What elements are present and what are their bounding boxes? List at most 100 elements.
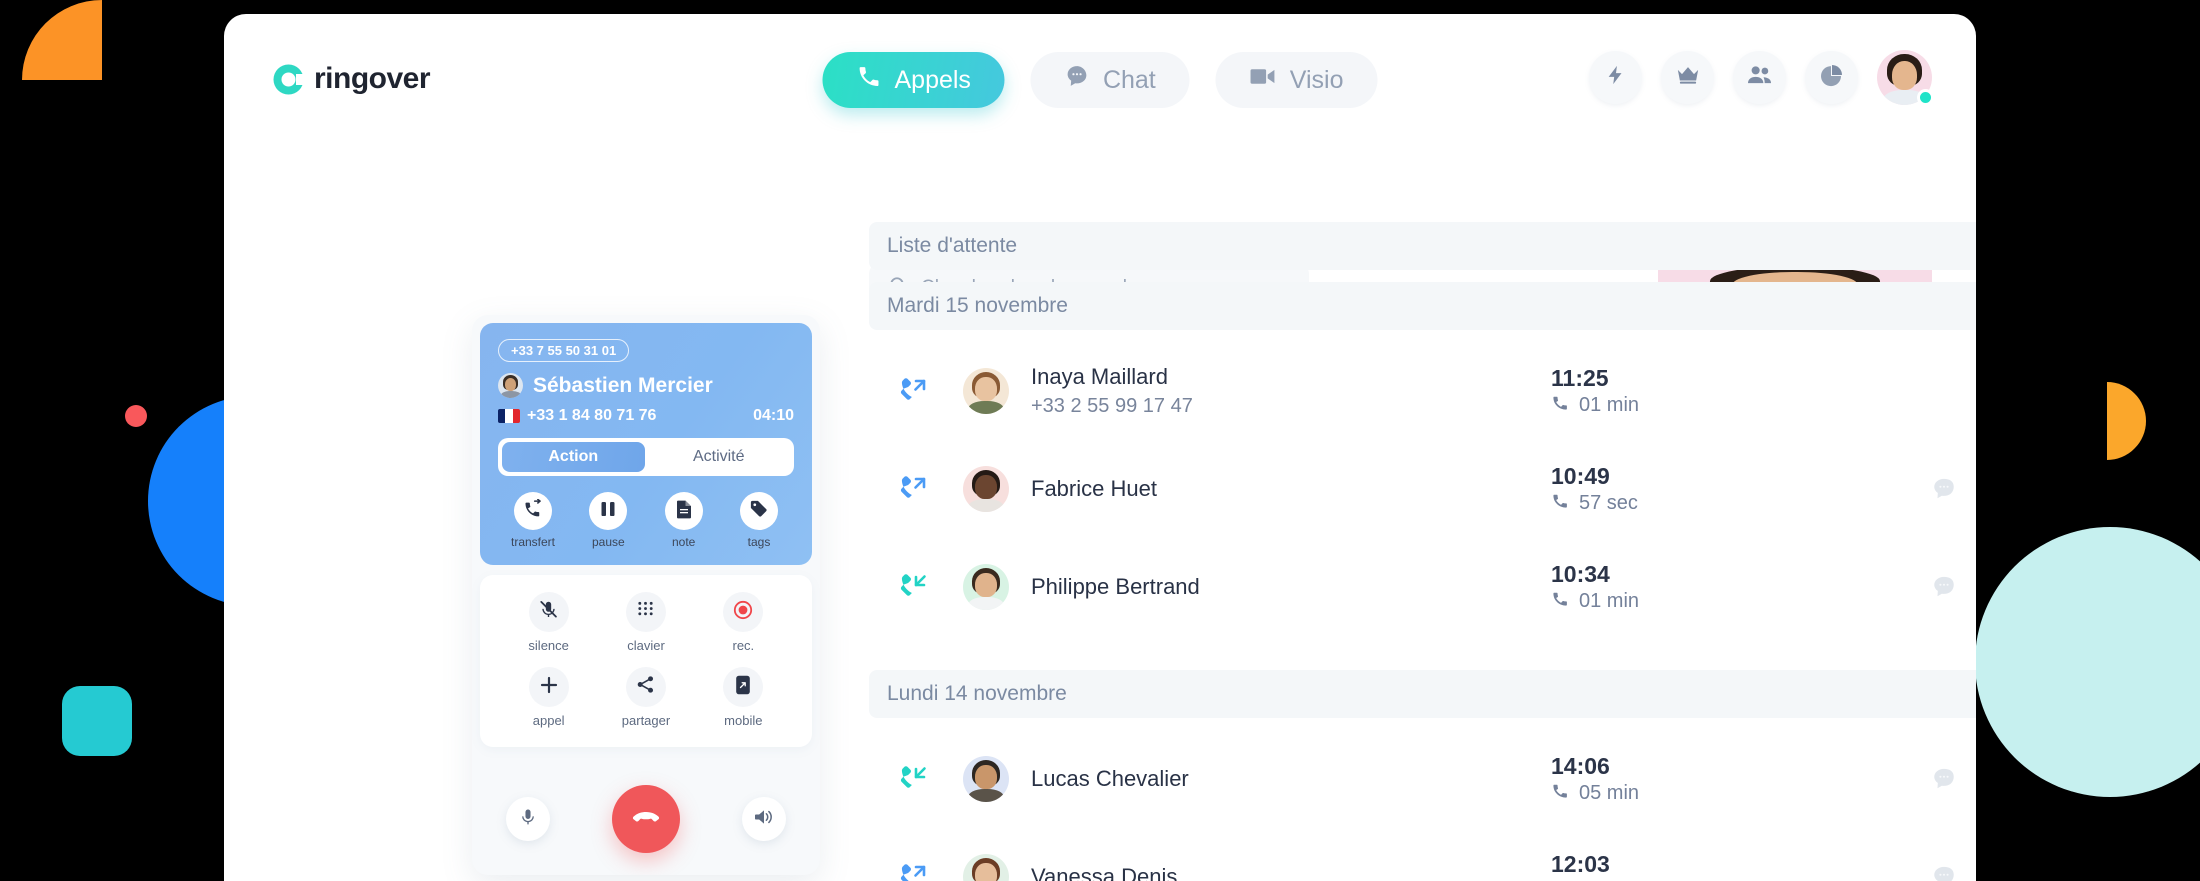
row-action-icons <box>1901 378 1976 405</box>
contact-avatar <box>963 756 1009 802</box>
action-note-label: note <box>671 535 696 549</box>
pause-icon <box>599 500 617 523</box>
call-duration: 05 min <box>1551 781 1801 806</box>
phone-transfer-icon <box>523 498 543 524</box>
decoration-orange-quarter-circle <box>22 0 102 80</box>
record-icon <box>733 600 753 625</box>
contact-identity: Lucas Chevalier <box>1031 764 1551 794</box>
action-tags-label: tags <box>747 535 771 549</box>
table-row[interactable]: Fabrice Huet 10:49 57 sec <box>869 440 1976 538</box>
table-row[interactable]: Inaya Maillard +33 2 55 99 17 47 11:25 01 m… <box>869 342 1976 440</box>
action-transfert[interactable]: transfert <box>502 492 564 549</box>
caller-name: Sébastien Mercier <box>533 373 713 397</box>
contact-identity: Inaya Maillard +33 2 55 99 17 47 <box>1031 362 1551 420</box>
ringover-logo-text: ringover <box>314 62 431 95</box>
action-transfert-label: transfert <box>510 535 555 549</box>
control-partager-label: partager <box>621 713 671 728</box>
note-document-icon <box>675 499 693 524</box>
plus-icon <box>539 675 559 700</box>
action-pause[interactable]: pause <box>577 492 639 549</box>
tab-visio-label: Visio <box>1289 65 1344 94</box>
speaker-button[interactable] <box>742 797 786 841</box>
control-rec-label: rec. <box>732 638 755 653</box>
hangup-button[interactable] <box>612 785 680 853</box>
lightning-icon-button[interactable] <box>1589 51 1642 104</box>
call-timer: 04:10 <box>753 407 794 424</box>
duration-phone-icon <box>1551 781 1570 806</box>
contact-identity: Fabrice Huet <box>1031 474 1551 504</box>
call-duration: 01 min <box>1551 393 1801 418</box>
tab-appels[interactable]: Appels <box>822 52 1005 108</box>
message-action-button[interactable] <box>1901 864 1976 881</box>
hangup-phone-icon <box>630 801 662 838</box>
table-row[interactable]: Vanessa Denis 12:0313 sec <box>869 828 1976 881</box>
main-navigation-tabs: Appels Chat Visio <box>822 52 1378 108</box>
call-control-grid: silence clavier rec. appel partager mobi… <box>480 575 812 747</box>
date-section-header: Mardi 15 novembre <box>869 282 1976 330</box>
control-clavier[interactable]: clavier <box>597 592 694 653</box>
tab-action[interactable]: Action <box>502 442 645 472</box>
user-avatar[interactable] <box>1877 50 1934 106</box>
french-flag-icon <box>498 409 520 423</box>
tag-icon-wrap <box>739 492 778 530</box>
contact-avatar <box>963 368 1009 414</box>
message-action-button[interactable] <box>1901 766 1976 792</box>
tab-chat-label: Chat <box>1102 65 1156 94</box>
microphone-button[interactable] <box>506 797 550 841</box>
phone-transfer-icon-wrap <box>514 492 552 530</box>
active-call-widget: +33 7 55 50 31 01 Sébastien Mercier +33 … <box>472 315 820 875</box>
tab-visio[interactable]: Visio <box>1215 52 1378 108</box>
table-row[interactable]: Lucas Chevalier 14:06 05 min <box>869 730 1976 828</box>
speaker-icon <box>754 808 774 831</box>
decoration-red-dot <box>125 405 147 427</box>
call-time: 14:06 <box>1551 752 1610 779</box>
plus-icon-wrap <box>528 667 569 707</box>
control-partager[interactable]: partager <box>597 667 694 728</box>
table-row[interactable]: Philippe Bertrand 10:34 01 min <box>869 538 1976 636</box>
contact-identity: Vanessa Denis <box>1031 862 1551 881</box>
video-camera-icon <box>1250 64 1277 96</box>
mic-muted-icon-wrap <box>528 592 569 632</box>
control-silence[interactable]: silence <box>500 592 597 653</box>
duration-text: 05 min <box>1579 782 1640 805</box>
call-time-block: 10:49 57 sec <box>1551 462 1801 517</box>
tab-chat[interactable]: Chat <box>1030 52 1190 108</box>
caller-phone-number: +33 1 84 80 71 76 <box>527 407 657 424</box>
phone-icon <box>856 64 881 96</box>
message-action-button[interactable] <box>1901 574 1976 600</box>
pause-icon-wrap <box>589 492 628 530</box>
row-action-icons <box>1901 574 1976 601</box>
ringover-logo[interactable]: ringover <box>272 62 431 96</box>
contact-avatar <box>963 466 1009 512</box>
control-appel[interactable]: appel <box>500 667 597 728</box>
date-section-header: Lundi 14 novembre <box>869 670 1976 718</box>
incoming-call-icon <box>891 764 937 794</box>
dialpad-icon-wrap <box>625 592 666 632</box>
contact-avatar <box>963 854 1009 881</box>
row-action-icons <box>1901 476 1976 503</box>
duration-text: 57 sec <box>1579 492 1638 515</box>
control-rec[interactable]: rec. <box>695 592 792 653</box>
pie-chart-icon-button[interactable] <box>1805 51 1858 104</box>
outgoing-call-icon <box>891 376 937 406</box>
contact-name: Fabrice Huet <box>1031 476 1157 502</box>
share-icon-wrap <box>625 667 666 707</box>
header-action-icons <box>1589 50 1934 106</box>
call-time-block: 12:0313 sec <box>1551 850 1801 881</box>
decoration-orange-crescent <box>2052 366 2162 476</box>
control-clavier-label: clavier <box>627 638 665 653</box>
action-note[interactable]: note <box>653 492 715 549</box>
people-icon-button[interactable] <box>1733 51 1786 104</box>
message-action-button[interactable] <box>1901 476 1976 502</box>
call-widget-tabs: Action Activité <box>498 438 794 476</box>
outgoing-call-icon <box>891 862 937 881</box>
decoration-cyan-circle <box>1975 527 2200 797</box>
control-mobile[interactable]: mobile <box>695 667 792 728</box>
crown-icon-button[interactable] <box>1661 51 1714 104</box>
action-tags[interactable]: tags <box>728 492 790 549</box>
call-time: 10:49 <box>1551 462 1610 489</box>
note-document-icon-wrap <box>664 492 703 530</box>
mic-muted-icon <box>539 600 558 624</box>
record-icon-wrap <box>723 592 764 632</box>
tab-activite[interactable]: Activité <box>648 442 791 472</box>
